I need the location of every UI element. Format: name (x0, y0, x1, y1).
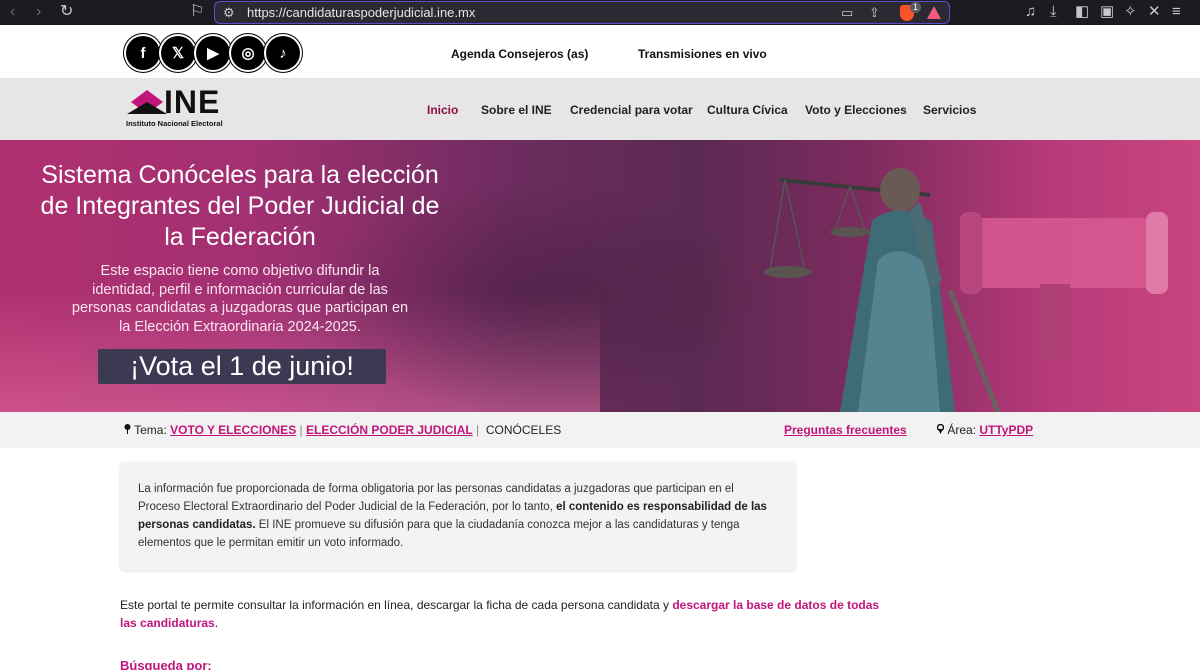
tiktok-icon[interactable]: ♪ (266, 36, 300, 70)
nav-servicios[interactable]: Servicios (923, 103, 976, 117)
logo-text[interactable]: INE (164, 86, 220, 118)
url-text[interactable]: https://candidaturaspoderjudicial.ine.mx (247, 5, 475, 20)
site-settings-icon[interactable]: ⚙ (223, 5, 235, 21)
nav-voto-elecciones[interactable]: Voto y Elecciones (805, 103, 907, 117)
breadcrumb-label: Tema: (134, 423, 167, 437)
main-header: INE Instituto Nacional Electoral Inicio … (0, 78, 1200, 140)
hero-title: Sistema Conóceles para la elección de In… (40, 161, 440, 251)
area-pin-icon (937, 424, 944, 434)
leo-icon[interactable]: ✧ (1124, 2, 1137, 22)
x-icon[interactable]: 𝕏 (161, 36, 195, 70)
forward-icon[interactable]: › (36, 2, 41, 22)
breadcrumb-current: CONÓCELES (485, 423, 562, 437)
breadcrumb-eleccion-poder-judicial[interactable]: ELECCIÓN PODER JUDICIAL (306, 423, 473, 437)
back-icon[interactable]: ‹ (10, 2, 15, 22)
breadcrumb-bar: Tema: VOTO Y ELECCIONES | ELECCIÓN PODER… (0, 412, 1200, 448)
logo-subtitle: Instituto Nacional Electoral (126, 119, 223, 128)
facebook-icon[interactable]: f (126, 36, 160, 70)
youtube-icon[interactable]: ▶ (196, 36, 230, 70)
reader-icon[interactable]: ▭ (841, 5, 853, 21)
nav-sobre-ine[interactable]: Sobre el INE (481, 103, 552, 117)
faq-link[interactable]: Preguntas frecuentes (784, 423, 907, 437)
brave-shields-count: 1 (910, 2, 922, 13)
search-heading: Búsqueda por: (120, 658, 212, 670)
location-pin-icon (124, 424, 131, 434)
breadcrumb: Tema: VOTO Y ELECCIONES | ELECCIÓN PODER… (124, 423, 561, 437)
share-icon[interactable]: ⇪ (869, 5, 880, 21)
bookmark-icon[interactable]: ⚐ (190, 2, 204, 22)
area-info: Área: UTTyPDP (937, 423, 1033, 437)
browser-toolbar: ‹ › ↻ ⚐ ⚙ https://candidaturaspoderjudic… (0, 0, 1200, 25)
reload-icon[interactable]: ↻ (60, 2, 73, 22)
agenda-link[interactable]: Agenda Consejeros (as) (451, 47, 588, 61)
live-link[interactable]: Transmisiones en vivo (638, 47, 767, 61)
download-icon[interactable]: ⤓ (1050, 2, 1057, 22)
breadcrumb-voto-elecciones[interactable]: VOTO Y ELECCIONES (170, 423, 296, 437)
extension-icon[interactable]: ✕ (1148, 2, 1161, 22)
ine-logo-icon[interactable] (127, 90, 167, 114)
nav-inicio[interactable]: Inicio (427, 103, 458, 117)
instagram-icon[interactable]: ◎ (231, 36, 265, 70)
brave-rewards-icon[interactable] (927, 6, 941, 19)
lady-justice-image (764, 168, 1001, 412)
area-value-link[interactable]: UTTyPDP (979, 423, 1033, 437)
info-notice: La información fue proporcionada de form… (120, 462, 796, 570)
area-label: Área: (947, 423, 977, 437)
sidebar-icon[interactable]: ◧ (1075, 2, 1089, 22)
nav-cultura-civica[interactable]: Cultura Cívica (707, 103, 788, 117)
top-bar: f 𝕏 ▶ ◎ ♪ Agenda Consejeros (as) Transmi… (0, 25, 1200, 78)
portal-end: . (214, 616, 219, 630)
address-bar[interactable]: ⚙ https://candidaturaspoderjudicial.ine.… (214, 1, 950, 24)
portal-description: Este portal te permite consultar la info… (120, 596, 880, 632)
music-icon[interactable]: ♫ (1025, 2, 1036, 22)
nav-credencial[interactable]: Credencial para votar (570, 103, 693, 117)
vote-date-banner[interactable]: ¡Vota el 1 de junio! (98, 349, 386, 384)
hero-banner: Sistema Conóceles para la elección de In… (0, 140, 1200, 412)
portal-text: Este portal te permite consultar la info… (120, 598, 673, 612)
wallet-icon[interactable]: ▣ (1100, 2, 1114, 22)
hero-description: Este espacio tiene como objetivo difundi… (71, 263, 409, 335)
menu-icon[interactable]: ≡ (1172, 2, 1181, 22)
